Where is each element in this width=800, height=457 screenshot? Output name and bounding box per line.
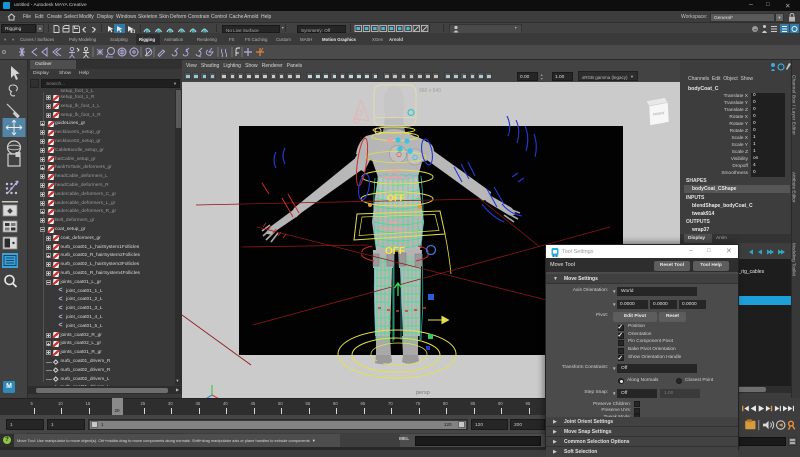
svg-text:960 x 540: 960 x 540 [419, 88, 441, 94]
svg-text:persp: persp [416, 390, 430, 396]
svg-text:OFF: OFF [387, 193, 405, 203]
svg-text:Dynamics: Dynamics [382, 226, 404, 231]
svg-text:Coat: Coat [388, 220, 399, 225]
svg-text:OFF: OFF [385, 246, 405, 257]
svg-text:Dynamics: Dynamics [382, 174, 404, 179]
svg-text:Cape: Cape [388, 168, 400, 173]
